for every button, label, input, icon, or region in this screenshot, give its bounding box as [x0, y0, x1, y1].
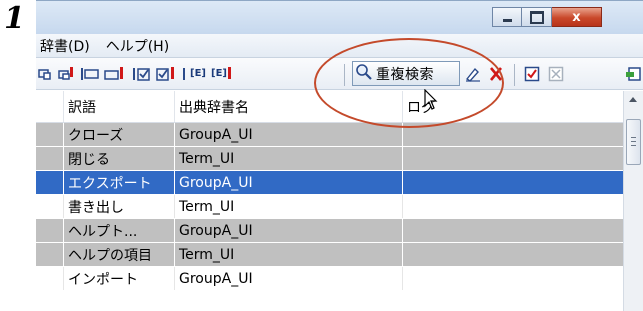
row-header[interactable] — [36, 243, 63, 266]
cell-term[interactable]: エクスポート — [63, 171, 174, 194]
step-number: 1 — [4, 1, 25, 36]
cell-term[interactable]: 閉じる — [63, 147, 174, 170]
row-header-corner — [36, 91, 63, 122]
table-row[interactable]: ヘルプの項目 Term_UI — [36, 243, 623, 267]
partial-right-icon[interactable] — [626, 66, 642, 82]
term-table: 訳語 出典辞書名 ログ クローズ GroupA_UI 閉じる Term_UI エクスポー… — [36, 91, 623, 291]
insert-red-icon[interactable] — [104, 66, 124, 82]
row-header[interactable] — [36, 267, 63, 290]
highlight-circle-annotation — [314, 38, 504, 128]
cell-dictionary[interactable]: GroupA_UI — [174, 171, 402, 194]
table-row[interactable]: 書き出し Term_UI — [36, 195, 623, 219]
grip-icon — [631, 137, 636, 146]
application-window: x 辞書(D) ヘルプ(H) [E] [E] 重複検索 訳語 出典辞書名 ログ … — [36, 0, 643, 311]
cell-term[interactable]: インポート — [63, 267, 174, 290]
table-row[interactable]: 閉じる Term_UI — [36, 147, 623, 171]
cell-log[interactable] — [402, 171, 623, 194]
cell-dictionary[interactable]: GroupA_UI — [174, 219, 402, 242]
minimize-button[interactable] — [492, 7, 522, 27]
tag-e-red-icon[interactable]: [E] — [211, 66, 232, 82]
toolbar-separator-2 — [514, 64, 515, 86]
menu-help[interactable]: ヘルプ(H) — [98, 36, 177, 56]
tag-e-icon[interactable]: [E] — [182, 66, 206, 82]
cell-dictionary[interactable]: GroupA_UI — [174, 123, 402, 146]
check-left-icon[interactable] — [132, 66, 152, 82]
table-row[interactable]: クローズ GroupA_UI — [36, 123, 623, 147]
table-row[interactable]: ヘルプト... GroupA_UI — [36, 219, 623, 243]
close-button[interactable]: x — [552, 7, 602, 27]
tag-e-label: [E] — [190, 68, 206, 79]
scroll-up-arrow-icon[interactable] — [629, 97, 637, 102]
vertical-scrollbar[interactable] — [623, 91, 643, 311]
cell-term[interactable]: ヘルプの項目 — [63, 243, 174, 266]
table-body: クローズ GroupA_UI 閉じる Term_UI エクスポート GroupA_UI 書き… — [36, 123, 623, 291]
cell-log[interactable] — [402, 243, 623, 266]
partial-icon[interactable] — [38, 66, 52, 82]
cell-log[interactable] — [402, 219, 623, 242]
checkbox-disabled-icon — [548, 66, 564, 82]
cell-dictionary[interactable]: GroupA_UI — [174, 267, 402, 290]
cell-dictionary[interactable]: Term_UI — [174, 243, 402, 266]
cell-term[interactable]: 書き出し — [63, 195, 174, 218]
cell-log[interactable] — [402, 195, 623, 218]
menu-dictionary[interactable]: 辞書(D) — [36, 36, 98, 56]
row-header[interactable] — [36, 219, 63, 242]
cell-term[interactable]: クローズ — [63, 123, 174, 146]
row-header[interactable] — [36, 171, 63, 194]
cell-dictionary[interactable]: Term_UI — [174, 147, 402, 170]
row-header[interactable] — [36, 195, 63, 218]
maximize-button[interactable] — [522, 7, 552, 27]
table-row[interactable]: エクスポート GroupA_UI — [36, 171, 623, 195]
cell-dictionary[interactable]: Term_UI — [174, 195, 402, 218]
scroll-thumb[interactable] — [626, 119, 641, 165]
insert-left-icon[interactable] — [80, 66, 100, 82]
cell-log[interactable] — [402, 267, 623, 290]
copy-red-icon[interactable] — [58, 66, 74, 82]
cell-term[interactable]: ヘルプト... — [63, 219, 174, 242]
check-red-icon[interactable] — [156, 66, 176, 82]
window-controls: x — [492, 7, 602, 27]
mouse-cursor-icon — [424, 88, 438, 115]
table-row[interactable]: インポート GroupA_UI — [36, 267, 623, 291]
column-header-term[interactable]: 訳語 — [63, 91, 174, 122]
row-header[interactable] — [36, 147, 63, 170]
tag-e2-label: [E] — [211, 68, 227, 79]
row-header[interactable] — [36, 123, 63, 146]
checkbox-checked-icon[interactable] — [524, 66, 540, 82]
cell-log[interactable] — [402, 123, 623, 146]
cell-log[interactable] — [402, 147, 623, 170]
